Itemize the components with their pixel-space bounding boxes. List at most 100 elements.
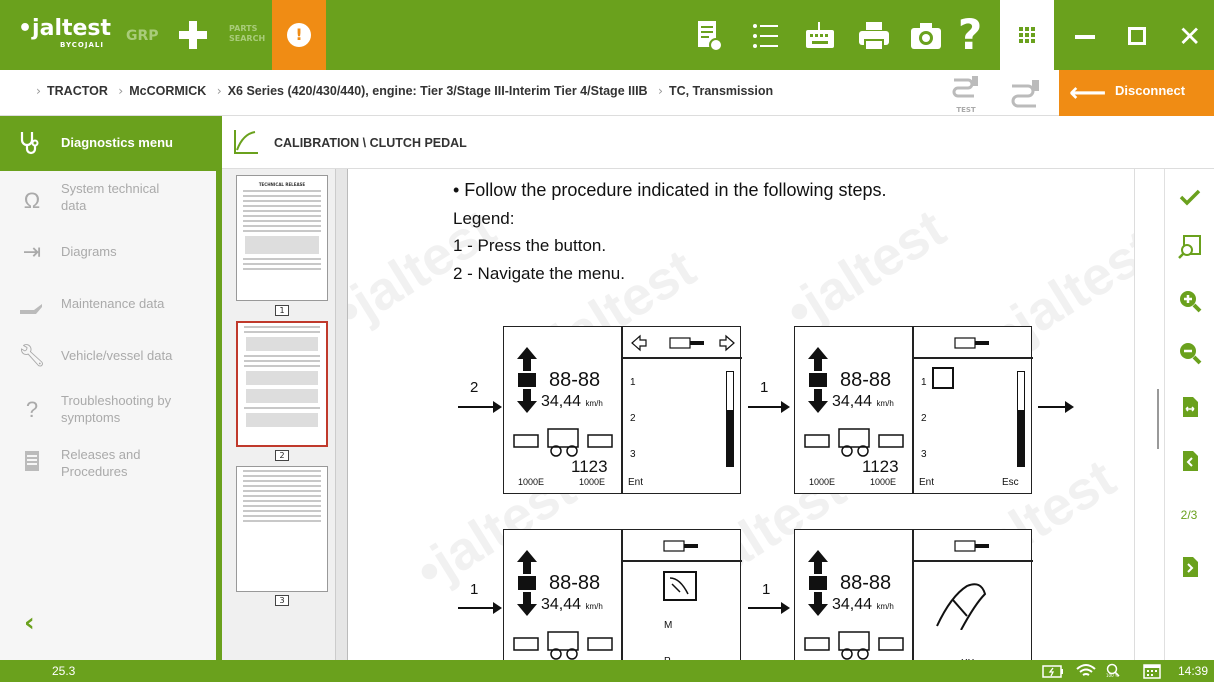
sidebar-item-diagrams[interactable]: ⇥ Diagrams [0,234,216,284]
parts-search-button[interactable]: PARTS SEARCH [229,24,265,44]
sidebar-item-vehicle-data[interactable]: 🔧︎ Vehicle/vessel data [0,338,216,388]
test-button[interactable]: TEST [950,74,982,114]
breadcrumb-separator: › [216,83,222,98]
speed-unit: km/h [585,399,603,408]
page-title: CALIBRATION \ CLUTCH PEDAL [274,136,467,150]
right-toolbar [1164,169,1214,660]
list-icon[interactable] [748,18,784,54]
menu-number: 1 [630,377,636,388]
sidebar-item-system-technical-data[interactable]: Ω System technical data [0,178,216,228]
menu-arrows-icon [631,334,735,352]
content-header: CALIBRATION \ CLUTCH PEDAL [222,116,1214,169]
sidebar-item-label-2: Procedures [61,464,128,479]
speed-unit: km/h [585,602,603,611]
breadcrumb-item-model[interactable]: X6 Series (420/430/440), engine: Tier 3/… [228,84,648,98]
menu-m-label: M [664,620,673,631]
menu-icon [954,540,989,552]
troubleshoot-icon: ? [25,397,39,422]
sidebar-item-label: Troubleshooting by [61,393,172,408]
sidebar-item-troubleshooting[interactable]: ? Troubleshooting by symptoms [0,388,216,438]
esc-label: Esc [1002,477,1019,488]
zoom-in-icon[interactable] [1178,289,1202,313]
rpm-readout: 1123 [862,457,899,476]
rpm-readout: 1123 [571,457,608,476]
page-indicator: 2/3 [1180,508,1198,522]
thumbnail-scrollbar[interactable] [336,169,348,660]
print-icon[interactable] [856,18,892,54]
breadcrumb-item-tractor[interactable]: TRACTOR [47,84,108,98]
parts-label: PARTS [229,24,258,33]
step-label: 2 [470,379,479,396]
sidebar-item-releases-procedures[interactable]: Releases and Procedures [0,442,216,492]
report-icon[interactable] [690,18,726,54]
chevron-left-icon[interactable]: ‹ [24,608,35,638]
fit-width-icon[interactable] [1178,395,1202,419]
status-bar: 25.3 100 % 14:39 [0,660,1214,682]
speed-value: 34,44 [832,596,873,613]
thumbnail-page-3[interactable] [236,466,328,592]
logo-subtitle: BYCOJALI [60,41,104,49]
pto-left: 1000E [518,477,545,487]
version-label: 25.3 [52,664,76,678]
keyboard-icon[interactable] [802,18,838,54]
breadcrumb-item-system[interactable]: TC, Transmission [669,84,773,98]
display-panel-1: 88-88 34,44 km/h 1123 1000E 1000E 1 2 3 … [503,326,742,494]
close-icon[interactable]: ✕ [1178,20,1201,53]
menu-icon [663,540,698,552]
stethoscope-icon [20,132,39,155]
breadcrumb: › TRACTOR › McCORMICK › X6 Series (420/430/… [30,83,773,98]
thumbnail-page-2[interactable] [236,321,328,447]
ent-label: Ent [919,477,935,488]
checkmark-icon[interactable] [1178,185,1202,209]
step-label: 1 [470,581,479,598]
document-viewer: •jaltest •jaltest •jaltest •jaltest •jal… [348,169,1134,660]
document-scrollbar[interactable] [1134,169,1164,660]
alert-button[interactable]: ! [272,0,326,70]
pto-left: 1000E [809,477,836,487]
tractor-arrows-icon [517,347,537,413]
thumbnail-page-1[interactable]: TECHNICAL RELEASE [236,175,328,301]
help-icon[interactable]: ? [955,10,985,59]
disconnect-button[interactable]: ⟵ Disconnect [1059,70,1214,116]
speed-value: 34,44 [832,393,873,410]
cable-icon[interactable] [1008,78,1044,108]
document-search-icon[interactable] [1178,235,1202,259]
sidebar-item-label: Vehicle/vessel data [61,348,173,363]
apps-button[interactable] [1000,0,1054,70]
page-number-2: 2 [275,450,289,461]
sidebar-item-label: Diagrams [61,244,117,259]
add-icon[interactable] [176,18,210,52]
doc-line: 1 - Press the button. [453,236,607,255]
doc-line: Legend: [453,208,515,228]
back-arrow-icon: ⟵ [1069,78,1107,108]
sidebar-item-label: System technical [61,181,160,196]
tractor-pto-icon [804,631,904,660]
sidebar-item-label: Maintenance data [61,296,165,311]
sidebar-item-diagnostics-menu[interactable]: Diagnostics menu [0,116,216,171]
tractor-arrows-icon [517,550,537,616]
breadcrumb-item-brand[interactable]: McCORMICK [129,84,206,98]
ent-label: Ent [628,477,644,488]
camera-icon[interactable] [908,18,944,54]
sidebar-item-label-2: symptoms [61,410,121,425]
speed-unit: km/h [876,399,894,408]
page-number-1: 1 [275,305,289,316]
menu-number: 2 [921,413,927,424]
sidebar-item-maintenance-data[interactable]: Maintenance data [0,286,216,336]
grp-button[interactable]: GRP [126,28,159,44]
document-text: • Follow the procedure indicated in the … [453,177,887,287]
oil-can-icon [20,304,42,314]
previous-page-icon[interactable] [1178,449,1202,473]
menu-number: 2 [630,413,636,424]
breadcrumb-separator: › [36,83,41,98]
speed-readout: 88-88 [549,369,601,391]
minimize-icon[interactable] [1075,35,1095,39]
display-panel-2: 88-88 34,44 km/h 1123 1000E 1000E 1 2 3 … [794,326,1033,494]
omega-icon: Ω [23,188,41,213]
zoom-out-icon[interactable] [1178,341,1202,365]
calendar-icon [1143,664,1161,679]
next-page-icon[interactable] [1178,555,1202,579]
maximize-icon[interactable] [1128,27,1146,45]
sidebar-item-label: Releases and [61,447,141,462]
clock: 14:39 [1178,664,1209,678]
